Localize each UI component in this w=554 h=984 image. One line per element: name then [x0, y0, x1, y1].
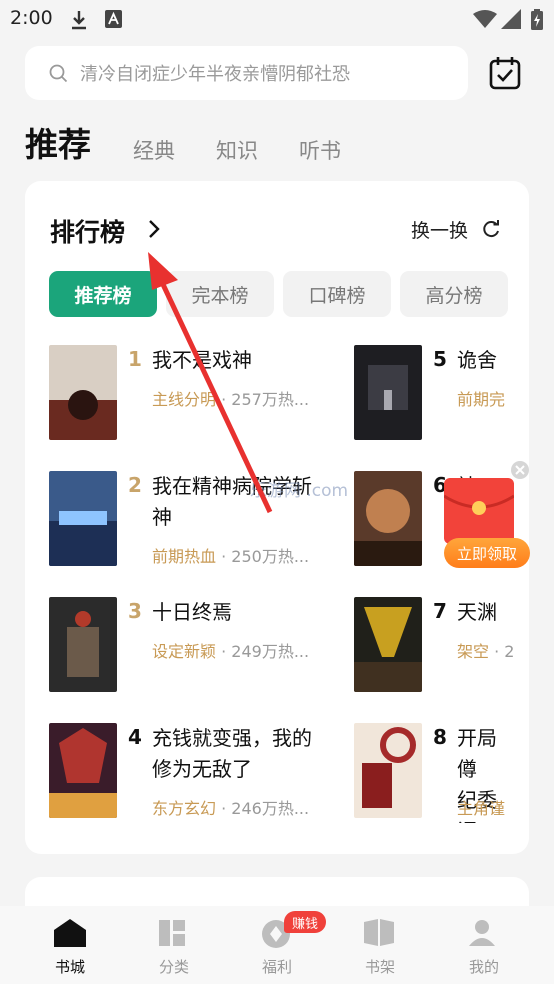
book-item-8[interactable]: 8 开局僔 纪委调 主角谨: [354, 723, 514, 823]
earn-badge: 赚钱: [284, 911, 326, 933]
book-cover[interactable]: [49, 345, 117, 440]
book-cover[interactable]: [354, 597, 422, 692]
book-meta: 架空 · 2: [457, 638, 514, 662]
nav-bookshelf[interactable]: 书架: [340, 906, 420, 984]
book-cover[interactable]: [49, 471, 117, 566]
battery-icon: [531, 9, 543, 30]
ranking-title[interactable]: 排行榜: [50, 213, 125, 249]
category-icon: [159, 920, 185, 946]
book-cover[interactable]: [49, 723, 117, 818]
profile-icon: [469, 920, 495, 946]
wifi-icon: [473, 10, 497, 28]
a-badge-icon: [105, 10, 122, 28]
book-heat: · 246万热...: [216, 799, 310, 818]
book-meta: 设定新颖 · 249万热...: [152, 638, 309, 662]
rank-number: 7: [433, 599, 447, 623]
book-heat: · 250万热...: [216, 547, 310, 566]
tab-audiobook[interactable]: 听书: [299, 135, 341, 165]
nav-label: 分类: [158, 958, 189, 976]
book-tag: 主角谨: [457, 799, 506, 818]
book-tag: 设定新颖: [152, 642, 217, 661]
book-title[interactable]: 天渊: [457, 597, 497, 628]
status-bar: 2:00: [0, 0, 554, 36]
tab-recommend[interactable]: 推荐: [25, 118, 91, 166]
book-item-3[interactable]: 3 十日终焉 设定新颖 · 249万热...: [49, 597, 339, 697]
book-tag: 架空: [457, 642, 490, 661]
refresh-icon[interactable]: [481, 219, 501, 239]
book-cover[interactable]: [354, 471, 422, 566]
signal-icon: [501, 9, 521, 29]
search-placeholder[interactable]: 清冷自闭症少年半夜亲懵阴郁社恐: [80, 60, 350, 86]
rank-number: 8: [433, 725, 447, 749]
book-title[interactable]: 十日终焉: [152, 597, 232, 628]
book-item-4[interactable]: 4 充钱就变强，我的 修为无敌了 东方玄幻 · 246万热...: [49, 723, 339, 823]
book-tag: 前期热血: [152, 547, 217, 566]
nav-label: 书架: [364, 958, 395, 976]
book-meta: 东方玄幻 · 246万热...: [152, 795, 309, 819]
book-cover[interactable]: [49, 597, 117, 692]
nav-label: 福利: [261, 958, 292, 976]
close-icon[interactable]: [511, 461, 529, 479]
book-tag: 东方玄幻: [152, 799, 217, 818]
calendar-checkin-icon[interactable]: [486, 54, 524, 92]
book-cover[interactable]: [354, 723, 422, 818]
book-meta: 主角谨: [457, 795, 505, 819]
rank-number: 3: [128, 599, 142, 623]
book-cover[interactable]: [354, 345, 422, 440]
reward-close-button[interactable]: [511, 461, 529, 479]
chevron-right-icon[interactable]: [147, 219, 161, 239]
bookshelf-icon: [364, 919, 394, 946]
search-bar[interactable]: 清冷自闭症少年半夜亲懵阴郁社恐: [25, 46, 468, 100]
book-heat: · 2: [489, 642, 514, 661]
book-title[interactable]: 充钱就变强，我的 修为无敌了: [152, 723, 312, 785]
book-item-5[interactable]: 5 诡舍 前期完: [354, 345, 514, 445]
tab-knowledge[interactable]: 知识: [216, 135, 258, 165]
nav-bookstore[interactable]: 书城: [30, 906, 110, 984]
claim-now-button[interactable]: 立即领取: [444, 538, 530, 568]
status-time: 2:00: [10, 7, 53, 29]
nav-label: 我的: [468, 958, 499, 976]
home-icon: [54, 919, 86, 947]
annotation-arrow-icon: [148, 252, 273, 514]
nav-profile[interactable]: 我的: [444, 906, 524, 984]
refresh-button[interactable]: 换一换: [411, 216, 468, 243]
nav-category[interactable]: 分类: [134, 906, 214, 984]
rank-number: 5: [433, 347, 447, 371]
book-meta: 前期热血 · 250万热...: [152, 543, 309, 567]
book-tag: 前期完: [457, 390, 506, 409]
tab-classic[interactable]: 经典: [133, 135, 175, 165]
bottom-nav: 书城 分类 福利 书架 我的: [0, 906, 554, 984]
pill-reputation-list[interactable]: 口碑榜: [283, 271, 391, 317]
nav-label: 书城: [54, 958, 85, 976]
rank-number: 4: [128, 725, 142, 749]
download-icon: [72, 11, 86, 30]
book-meta: 前期完: [457, 386, 505, 410]
search-icon: [49, 64, 68, 82]
book-item-7[interactable]: 7 天渊 架空 · 2: [354, 597, 514, 697]
pill-high-score-list[interactable]: 高分榜: [400, 271, 508, 317]
book-heat: · 249万热...: [216, 642, 310, 661]
red-envelope-icon[interactable]: [444, 478, 514, 544]
book-title[interactable]: 诡舍: [457, 345, 497, 376]
